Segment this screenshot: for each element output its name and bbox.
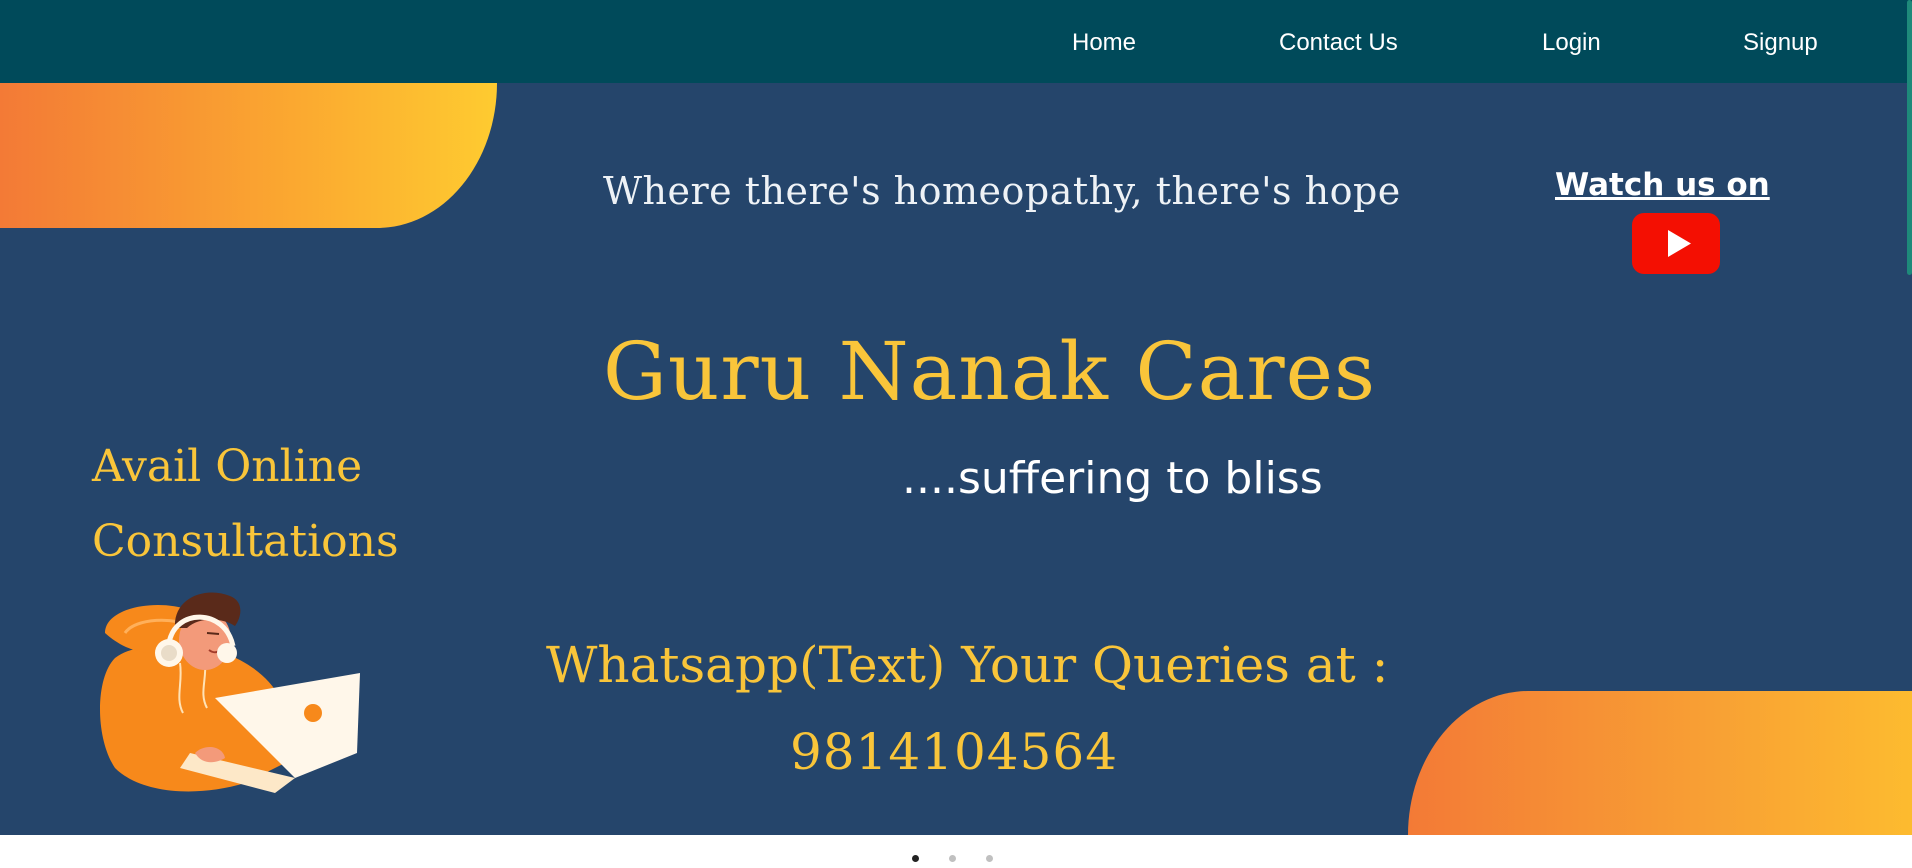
watch-us-on-link[interactable]: Watch us on <box>1555 167 1770 203</box>
scrollbar-thumb[interactable] <box>1907 0 1912 275</box>
nav-link-login[interactable]: Login <box>1542 0 1601 83</box>
carousel-dot-2[interactable] <box>949 855 956 862</box>
whatsapp-phone-number: 9814104564 <box>789 723 1119 781</box>
nav-link-contact-us[interactable]: Contact Us <box>1279 0 1398 83</box>
nav-link-home[interactable]: Home <box>1072 0 1136 83</box>
consult-heading-line-2: Consultations <box>92 516 399 567</box>
decorative-gradient-blob-bottom <box>1408 691 1912 835</box>
consult-heading-line-1: Avail Online <box>92 441 363 492</box>
page: Home Contact Us Login Signup Where there… <box>0 0 1912 868</box>
carousel-indicators <box>908 855 1008 865</box>
person-with-laptop-illustration <box>95 588 365 798</box>
youtube-play-icon[interactable] <box>1632 213 1720 274</box>
nav-link-signup[interactable]: Signup <box>1743 0 1818 83</box>
hero-tagline: Where there's homeopathy, there's hope <box>603 169 1401 213</box>
hero-banner-slide: Where there's homeopathy, there's hope G… <box>0 83 1912 835</box>
top-navbar: Home Contact Us Login Signup <box>0 0 1912 83</box>
whatsapp-queries-text: Whatsapp(Text) Your Queries at : <box>546 636 1389 694</box>
carousel-dot-3[interactable] <box>986 855 993 862</box>
brand-subtitle: ....suffering to bliss <box>902 453 1323 504</box>
carousel-dot-1[interactable] <box>912 855 919 862</box>
brand-title: Guru Nanak Cares <box>603 325 1376 418</box>
decorative-gradient-blob-top <box>0 83 497 228</box>
